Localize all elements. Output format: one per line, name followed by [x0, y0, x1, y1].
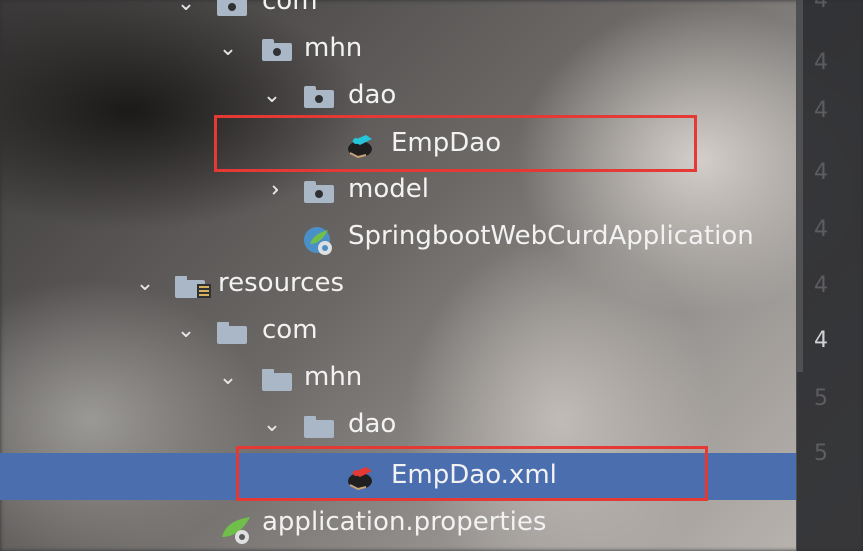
- tree-item-label: SpringbootWebCurdApplication: [348, 221, 754, 251]
- line-number: 4: [814, 0, 828, 13]
- tree-item-label: dao: [348, 409, 397, 439]
- package-icon: [217, 0, 247, 16]
- tree-row-springboot-application[interactable]: SpringbootWebCurdApplication: [0, 215, 796, 262]
- tree-row-resources[interactable]: ⌄ resources: [0, 262, 796, 309]
- tree-row-mhn-resources[interactable]: ⌄ mhn: [0, 356, 796, 403]
- tree-row-dao[interactable]: ⌄ dao: [0, 74, 796, 121]
- chevron-down-icon[interactable]: ⌄: [218, 367, 238, 389]
- chevron-down-icon[interactable]: ⌄: [176, 320, 196, 342]
- highlight-box-empdao: [214, 115, 697, 172]
- tree-item-label: resources: [218, 268, 345, 298]
- package-icon: [304, 86, 334, 108]
- chevron-right-icon[interactable]: ⌄: [259, 180, 284, 200]
- editor-gutter: 4 4 4 4 4 4 4 5 5: [796, 0, 863, 551]
- tree-item-label: model: [348, 174, 429, 204]
- tree-item-label: com: [262, 0, 318, 16]
- folder-icon: [217, 322, 247, 344]
- line-number: 5: [814, 386, 828, 411]
- chevron-down-icon[interactable]: ⌄: [176, 0, 196, 15]
- chevron-down-icon[interactable]: ⌄: [262, 85, 282, 107]
- tree-item-label: dao: [348, 80, 397, 110]
- folder-icon: [304, 416, 334, 438]
- line-number: 5: [814, 441, 828, 466]
- tree-item-label: mhn: [304, 362, 363, 392]
- tree-item-label: mhn: [304, 33, 363, 63]
- line-number: 4: [814, 160, 828, 185]
- spring-properties-icon: [222, 517, 250, 544]
- tree-row-dao-resources[interactable]: ⌄ dao: [0, 403, 796, 450]
- tree-row-model[interactable]: ⌄ model: [0, 168, 796, 215]
- package-icon: [262, 39, 292, 61]
- chevron-down-icon[interactable]: ⌄: [262, 414, 282, 436]
- vertical-scrollbar[interactable]: [797, 0, 803, 372]
- package-icon: [304, 181, 334, 203]
- spring-boot-class-icon: [304, 227, 332, 255]
- tree-row-application-properties[interactable]: application.properties: [0, 503, 796, 550]
- resources-folder-icon: [175, 276, 211, 298]
- line-number-active: 4: [814, 328, 828, 353]
- chevron-down-icon[interactable]: ⌄: [218, 38, 238, 60]
- tree-item-label: application.properties: [262, 507, 547, 537]
- folder-icon: [262, 369, 292, 391]
- highlight-box-empdao-xml: [236, 446, 708, 501]
- line-number: 4: [814, 217, 828, 242]
- tree-row-com-java[interactable]: ⌄ com: [0, 0, 796, 27]
- tree-row-com-resources[interactable]: ⌄ com: [0, 309, 796, 356]
- chevron-down-icon[interactable]: ⌄: [135, 273, 155, 295]
- line-number: 4: [814, 273, 828, 298]
- line-number: 4: [814, 98, 828, 123]
- tree-row-mhn[interactable]: ⌄ mhn: [0, 27, 796, 74]
- line-number: 4: [814, 50, 828, 75]
- tree-item-label: com: [262, 315, 318, 345]
